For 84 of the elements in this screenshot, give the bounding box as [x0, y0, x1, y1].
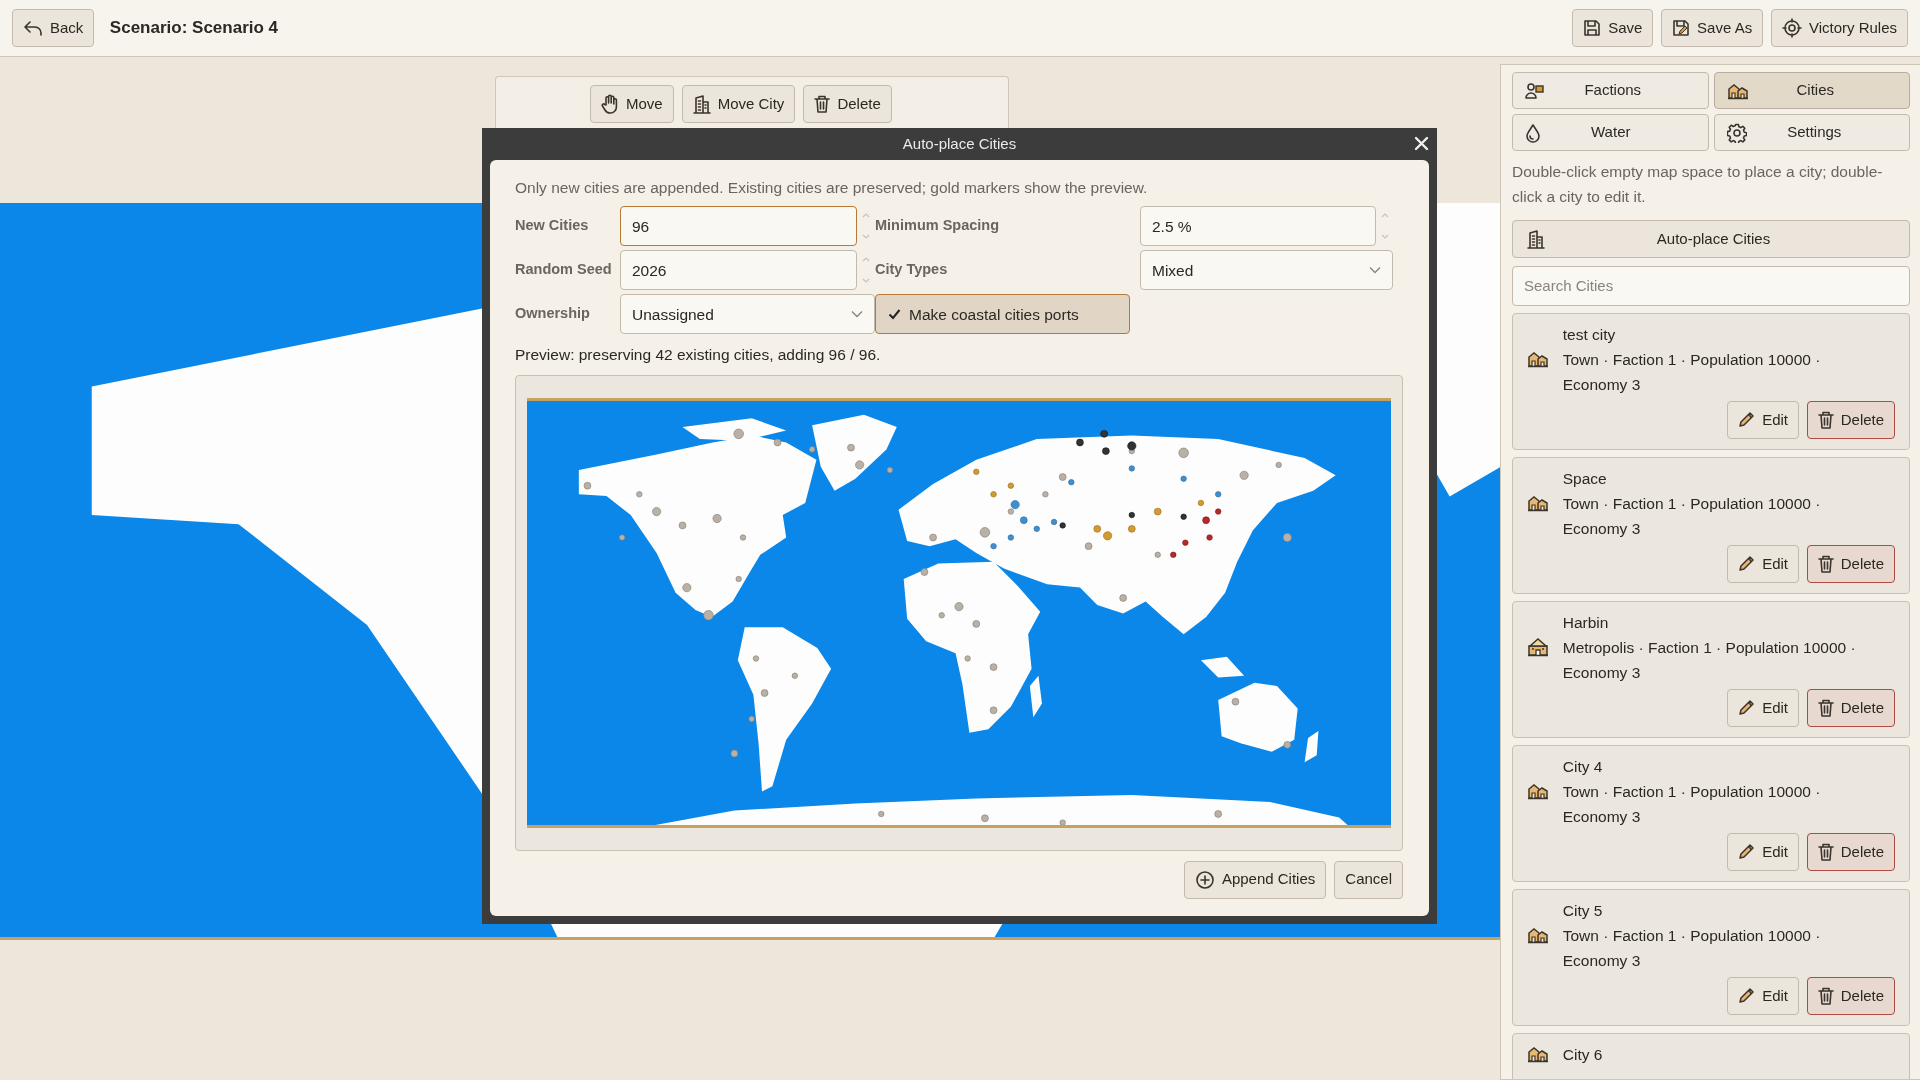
trash-icon [1817, 986, 1834, 1005]
save-icon [1583, 19, 1602, 37]
city-details: Town · Faction 1 · Population 10000 · Economy 3 [1562, 781, 1822, 827]
hand-icon [601, 94, 619, 114]
settings-icon [1726, 122, 1747, 143]
dropdown-chevron-icon [851, 310, 863, 319]
city-details: Metropolis · Faction 1 · Population 10000 · Economy 3 [1562, 637, 1857, 683]
delete-button[interactable]: Delete [1806, 976, 1896, 1015]
back-button[interactable]: Back [12, 9, 95, 47]
coastal-ports-checkbox[interactable]: Make coastal cities ports [875, 294, 1130, 335]
building-icon [1527, 229, 1545, 249]
save-icon [1672, 19, 1691, 37]
houses-icon [1527, 494, 1549, 513]
field-label: Minimum Spacing [875, 216, 1001, 236]
houses-icon [1726, 81, 1749, 100]
field-label: City Types [875, 260, 949, 280]
city-name: City 6 [1562, 1044, 1604, 1065]
cancel-button[interactable]: Cancel [1334, 860, 1403, 899]
target-icon [1781, 18, 1802, 38]
edit-button[interactable]: Edit [1727, 400, 1799, 439]
search-field[interactable]: Search Cities [1512, 265, 1910, 306]
dropdown-field[interactable]: Mixed [1140, 250, 1393, 291]
trash-icon [1817, 842, 1834, 861]
tab[interactable]: Cities [1713, 72, 1910, 109]
field-label: Ownership [515, 304, 591, 324]
delete-button[interactable]: Delete [1806, 544, 1896, 583]
building-icon [692, 94, 711, 114]
city-name: City 5 [1562, 900, 1604, 921]
edit-button[interactable]: Edit [1727, 544, 1799, 583]
pencil-icon [1738, 411, 1756, 429]
close-icon[interactable] [1414, 136, 1429, 151]
auto-place-button[interactable]: Auto-place Cities [1512, 220, 1910, 258]
edit-button[interactable]: Edit [1727, 832, 1799, 871]
edit-button[interactable]: Edit [1727, 976, 1799, 1015]
dialog-title: Auto-place Cities [902, 133, 1017, 154]
city-name: test city [1562, 324, 1617, 345]
save-button[interactable]: Save [1572, 9, 1654, 47]
move-button[interactable]: Move [590, 85, 674, 123]
pencil-icon [1738, 699, 1756, 717]
edit-button[interactable]: Edit [1727, 688, 1799, 727]
delete-button[interactable]: Delete [1806, 688, 1896, 727]
dropdown-chevron-icon [1369, 266, 1381, 275]
add-circle-icon [1194, 869, 1215, 890]
field-label: New Cities [515, 216, 590, 236]
pencil-icon [1738, 843, 1756, 861]
hint-text: Double-click empty map space to place a city; double-click a city to edit it. [1512, 162, 1884, 207]
water-drop-icon [1525, 122, 1541, 143]
city-name: Space [1562, 468, 1608, 489]
page-title: Scenario: Scenario 4 [109, 17, 279, 40]
number-field[interactable]: 2.5 % [1140, 206, 1376, 247]
save-as-button[interactable]: Save As [1661, 9, 1764, 47]
tab[interactable]: Water [1512, 114, 1709, 151]
note-text: Only new cities are appended. Existing cities are preserved; gold markers show the preview. [515, 178, 1149, 198]
city-details: Town · Faction 1 · Population 10000 · Economy 3 [1562, 493, 1822, 539]
dropdown-field[interactable]: Unassigned [620, 294, 875, 335]
city-details: Town · Faction 1 · Population 10000 · Economy 3 [1562, 925, 1822, 971]
field-label: Random Seed [515, 260, 613, 280]
back-arrow-icon [23, 19, 43, 37]
city-details: Town · Faction 1 · Population 10000 · Economy 3 [1562, 349, 1822, 395]
number-field[interactable]: 96 [620, 206, 857, 247]
palace-icon [1527, 637, 1549, 658]
preview-text: Preview: preserving 42 existing cities, adding 96 / 96. [515, 345, 882, 366]
delete-button[interactable]: Delete [803, 85, 892, 123]
houses-icon [1527, 1045, 1549, 1064]
houses-icon [1527, 926, 1549, 945]
move-city-button[interactable]: Move City [681, 85, 796, 123]
city-name: City 4 [1562, 756, 1604, 777]
city-name: Harbin [1562, 612, 1610, 633]
trash-icon [1817, 698, 1834, 717]
victory-rules-button[interactable]: Victory Rules [1770, 9, 1908, 47]
houses-icon [1527, 782, 1549, 801]
person-flag-icon [1525, 81, 1545, 100]
trash-icon [1817, 410, 1834, 429]
houses-icon [1527, 350, 1549, 369]
append-cities-button[interactable]: Append Cities [1183, 860, 1327, 899]
tab[interactable]: Factions [1512, 72, 1709, 109]
pencil-icon [1738, 987, 1756, 1005]
delete-button[interactable]: Delete [1806, 400, 1896, 439]
number-field[interactable]: 2026 [620, 250, 857, 291]
trash-icon [814, 95, 831, 113]
delete-button[interactable]: Delete [1806, 832, 1896, 871]
trash-icon [1817, 554, 1834, 573]
pencil-icon [1738, 555, 1756, 573]
tab[interactable]: Settings [1713, 114, 1910, 151]
